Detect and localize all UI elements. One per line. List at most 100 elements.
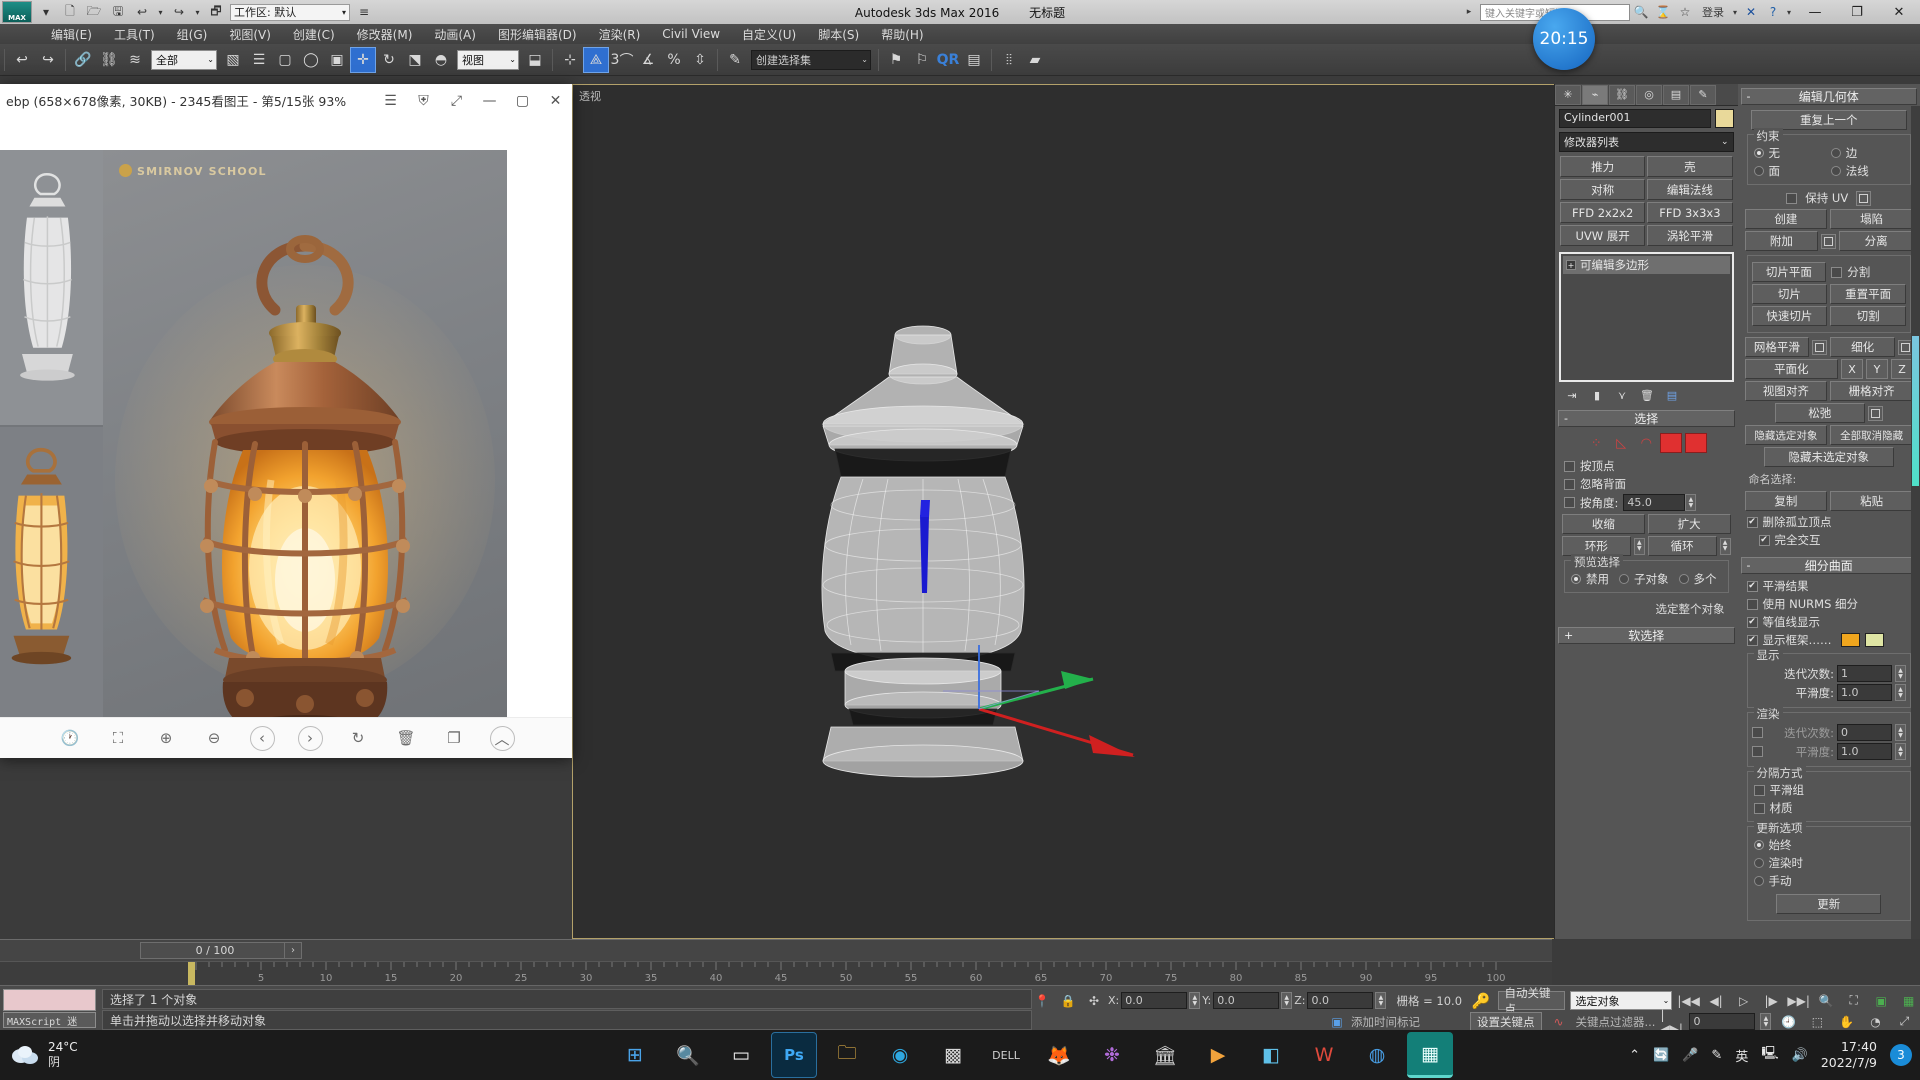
vertex-level-icon[interactable]: ⁘ [1585,433,1607,453]
reset-plane-button[interactable]: 重置平面 [1830,284,1906,304]
start-icon[interactable]: ⊞ [612,1032,658,1078]
spinner-arrows-icon[interactable]: ▲ ▼ [1895,684,1906,701]
app-icon-1[interactable]: 🦊 [1036,1032,1082,1078]
tab-display[interactable]: ▤ [1663,84,1689,105]
help-icon[interactable]: ? [1762,1,1784,23]
help-dropdown-icon[interactable]: ▾ [1784,1,1794,23]
menu-item-11[interactable]: 脚本(S) [807,24,870,45]
object-name-input[interactable]: Cylinder001 [1559,109,1711,128]
new-file-icon[interactable]: 🗋 [60,2,80,22]
window-crossing-icon[interactable]: ▣ [324,47,350,73]
signin-label[interactable]: 登录 [1696,1,1730,23]
y-field[interactable]: 0.0 [1213,992,1280,1009]
selection-lock-icon[interactable]: 🔒 [1056,990,1080,1011]
render-smoothness-value[interactable]: 1.0 [1837,743,1892,760]
update-when-rendering[interactable]: 渲染时 [1752,854,1907,872]
reference-coordinate-combo[interactable]: 视图 ⌄ [457,49,519,70]
undo-dropdown-icon[interactable]: ▾ [156,2,165,22]
pan-view-icon[interactable]: ✋ [1834,1011,1858,1032]
zoom-extents-all-selected-icon[interactable]: ▦ [1897,990,1920,1011]
planar-z-button[interactable]: Z [1891,359,1913,379]
copy-icon[interactable]: ❐ [442,726,467,751]
time-slider[interactable]: ‹ 0 / 100 › [0,939,1552,961]
undo-icon[interactable]: ↩ [132,2,152,22]
spinner-arrows-icon[interactable]: ▲ ▼ [1895,743,1906,760]
menu-item-6[interactable]: 动画(A) [423,24,487,45]
attach-button[interactable]: 附加 [1744,231,1819,251]
fullscreen-icon[interactable]: ⤢ [440,84,473,117]
relax-settings-icon[interactable] [1867,405,1883,421]
delete-isolated-checkbox[interactable]: 删除孤立顶点 [1745,513,1914,531]
menu-item-4[interactable]: 创建(C) [282,24,346,45]
spinner-arrows-icon[interactable]: ▲ ▼ [1189,992,1201,1009]
collapse-icon[interactable]: ︿ [489,725,515,751]
add-time-tag-icon[interactable]: ▣ [1325,1011,1349,1032]
cage-color-swatch-2[interactable] [1864,633,1884,647]
dell-icon[interactable]: DELL [983,1032,1029,1078]
prev-icon[interactable]: ‹ [249,725,275,751]
select-and-rotate-icon[interactable]: ↻ [376,47,402,73]
loop-spinner-icon[interactable]: ▲ ▼ [1719,537,1731,555]
modifier-button-6[interactable]: UVW 展开 [1560,225,1646,246]
constraint-normal[interactable]: 法线 [1829,162,1906,180]
ring-button[interactable]: 环形 [1562,536,1631,556]
image-viewer-window[interactable]: ebp (658×678像素, 30KB) - 2345看图王 - 第5/15张… [0,84,572,758]
set-project-icon[interactable]: 🗗 [206,2,226,22]
modifier-button-2[interactable]: 对称 [1560,179,1646,200]
preserve-uv-settings-icon[interactable] [1856,190,1872,206]
redo-button[interactable]: ↪ [35,47,61,73]
app-icon-4[interactable]: ◧ [1248,1032,1294,1078]
modifier-button-1[interactable]: 壳 [1647,156,1733,177]
tray-ime-icon[interactable]: 英 [1735,1046,1748,1065]
weather-widget[interactable]: 24°C 阴 [0,1040,78,1070]
next-frame-icon[interactable]: |▶ [1760,990,1783,1011]
tessellate-button[interactable]: 细化 [1830,337,1895,357]
menu-item-7[interactable]: 图形编辑器(D) [487,24,588,45]
delete-icon[interactable]: 🗑 [394,726,419,751]
preview-option-subobj[interactable]: 子对象 [1617,570,1671,588]
cut-button[interactable]: 切割 [1830,306,1906,326]
tray-volume-icon[interactable]: 🔊 [1792,1048,1808,1063]
restore-button[interactable]: ❐ [1836,0,1878,24]
grid-align-button[interactable]: 栅格对齐 [1830,381,1913,401]
constraint-face[interactable]: 面 [1752,162,1829,180]
max-icon[interactable]: ▦ [1407,1032,1453,1078]
spinner-arrows-icon[interactable]: ▲ ▼ [1685,494,1697,511]
modifier-stack-item[interactable]: + 可编辑多边形 [1563,256,1730,274]
rollout-selection-header[interactable]: - 选择 [1558,410,1735,427]
next-frame-arrow-icon[interactable]: › [284,942,302,959]
go-to-end-icon[interactable]: ▶▶| [1787,990,1810,1011]
shield-icon[interactable]: ⛨ [407,84,440,117]
snap-count-icon[interactable]: 3 ⌒ [609,47,635,73]
tab-modify[interactable]: ⌁ [1582,84,1608,105]
spinner-arrows-icon[interactable]: ▲ ▼ [1760,1013,1772,1030]
menu-item-5[interactable]: 修改器(M) [346,24,424,45]
signin-dropdown-icon[interactable]: ▾ [1730,1,1740,23]
percent-snap-toggle-icon[interactable]: % [661,47,687,73]
mesh-smooth-button[interactable]: 网格平滑 [1744,337,1810,357]
zoom-extents-all-icon[interactable]: ⛶ [1842,990,1865,1011]
close-icon[interactable]: ✕ [539,84,572,117]
key-filters-icon[interactable]: ∿ [1547,1011,1571,1032]
align-icon[interactable]: ⚐ [909,47,935,73]
snaps-toggle-icon[interactable]: ⟁ [583,46,609,73]
render-iterations-value[interactable]: 0 [1837,724,1892,741]
search-icon[interactable]: 🔍 [665,1032,711,1078]
play-animation-icon[interactable]: ▷ [1732,990,1755,1011]
photoshop-icon[interactable]: Ps [771,1032,817,1078]
layer-explorer-icon[interactable]: ▤ [961,47,987,73]
absolute-relative-mode-icon[interactable]: ✣ [1082,990,1106,1011]
select-object-icon[interactable]: ▧ [220,47,246,73]
slice-plane-button[interactable]: 切片平面 [1751,262,1827,282]
smooth-result-checkbox[interactable]: 平滑结果 [1745,577,1914,595]
maxscript-mini-listener[interactable] [3,989,96,1011]
isoline-display-checkbox[interactable]: 等值线显示 [1745,613,1914,631]
key-icon[interactable]: 🔑 [1470,990,1493,1011]
update-manually[interactable]: 手动 [1752,872,1907,890]
named-selection-set-combo[interactable]: 创建选择集 ⌄ [751,49,871,70]
detach-button[interactable]: 分离 [1839,231,1913,251]
quick-render-icon[interactable]: QR [935,47,961,73]
isolate-selection-icon[interactable]: 📍 [1030,990,1054,1011]
modifier-button-3[interactable]: 编辑法线 [1647,179,1733,200]
wps-icon[interactable]: W [1301,1032,1347,1078]
